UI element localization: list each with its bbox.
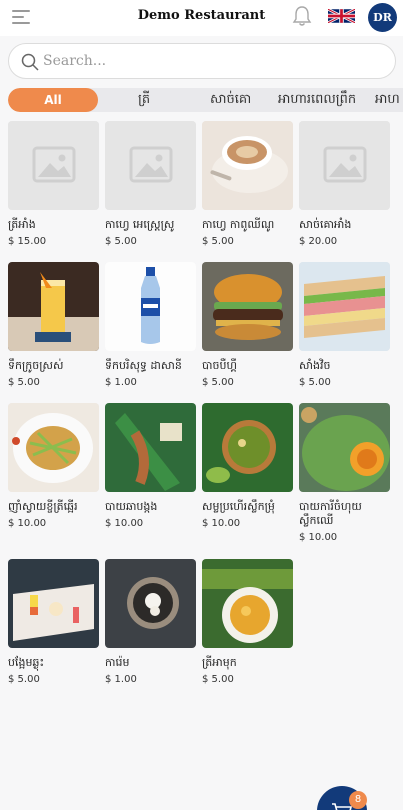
- product-name: បង្អែមឆ្ងុះ: [8, 656, 45, 669]
- product-price: $ 5.00: [202, 377, 234, 388]
- product-name: កាហ្វេ អេស្រ្តេស្រូ: [105, 218, 175, 231]
- product-name: ទឹកក្រូចស្រស់: [8, 359, 64, 372]
- product-name: ញាំស្វាយខ្ចីត្រីឆ្អើរ: [8, 500, 78, 513]
- product-price: $ 20.00: [299, 236, 338, 247]
- product-card[interactable]: សាច់គោអាំង $ 20.00: [299, 121, 390, 247]
- product-card[interactable]: កាហ្វេ កាពូឈីណូ $ 5.00: [202, 121, 293, 247]
- product-card[interactable]: ត្រីអាំង $ 15.00: [8, 121, 99, 247]
- product-image[interactable]: [299, 262, 390, 351]
- product-card[interactable]: បង្អែមឆ្ងុះ $ 5.00: [8, 559, 99, 685]
- product-image[interactable]: [105, 262, 196, 351]
- product-name: សម្លប្រហើរស្លឹកម្រុំ: [202, 500, 275, 513]
- product-name: កាហ្វេ កាពូឈីណូ: [202, 218, 275, 231]
- product-price: $ 10.00: [202, 518, 241, 529]
- product-image[interactable]: [299, 403, 390, 492]
- search-bar[interactable]: [8, 43, 396, 79]
- product-name: បាចបឺហ្គឺ: [202, 359, 237, 372]
- product-image[interactable]: [8, 559, 99, 648]
- product-image[interactable]: [202, 121, 293, 210]
- product-image[interactable]: [105, 403, 196, 492]
- product-image[interactable]: [105, 559, 196, 648]
- tab-all[interactable]: All: [8, 88, 98, 112]
- product-name: ត្រីអាមុក: [202, 656, 237, 669]
- tab-fish[interactable]: ត្រី: [138, 88, 150, 112]
- product-card[interactable]: ទឹកបរិសុទ្ធ ដាសានី $ 1.00: [105, 262, 196, 388]
- product-image[interactable]: [202, 262, 293, 351]
- product-name: បាយឆាបង្កង: [105, 500, 158, 513]
- image-placeholder-icon[interactable]: [8, 121, 99, 210]
- product-card[interactable]: បាយឆាបង្កង $ 10.00: [105, 403, 196, 529]
- product-card[interactable]: ទឹកក្រូចស្រស់ $ 5.00: [8, 262, 99, 388]
- product-name: ការ៉េម: [105, 656, 130, 669]
- product-card[interactable]: សាំងវិច $ 5.00: [299, 262, 390, 388]
- cart-count-badge: 8: [349, 791, 367, 809]
- tab-more[interactable]: អាហ: [375, 88, 400, 112]
- product-card[interactable]: ការ៉េម $ 1.00: [105, 559, 196, 685]
- product-card[interactable]: បាយការីចំហុយស្លឹកឈើ $ 10.00: [299, 403, 390, 543]
- product-price: $ 5.00: [299, 377, 331, 388]
- product-price: $ 1.00: [105, 377, 137, 388]
- uk-flag-icon[interactable]: [328, 9, 355, 23]
- search-icon: [21, 53, 39, 71]
- product-card[interactable]: បាចបឺហ្គឺ $ 5.00: [202, 262, 293, 388]
- product-image[interactable]: [8, 262, 99, 351]
- product-name: ទឹកបរិសុទ្ធ ដាសានី: [105, 359, 182, 372]
- product-price: $ 5.00: [105, 236, 137, 247]
- product-name: បាយការីចំហុយស្លឹកឈើ: [299, 500, 362, 527]
- product-price: $ 5.00: [202, 674, 234, 685]
- product-price: $ 10.00: [299, 532, 338, 543]
- tab-breakfast[interactable]: អាហារពេលព្រឹក: [278, 88, 356, 112]
- image-placeholder-icon[interactable]: [105, 121, 196, 210]
- product-price: $ 1.00: [105, 674, 137, 685]
- category-tabs: All ត្រី សាច់គោ អាហារពេលព្រឹក អាហ: [8, 88, 403, 112]
- bell-icon[interactable]: [292, 5, 312, 27]
- product-price: $ 10.00: [8, 518, 47, 529]
- product-image[interactable]: [202, 559, 293, 648]
- product-card[interactable]: កាហ្វេ អេស្រ្តេស្រូ $ 5.00: [105, 121, 196, 247]
- product-price: $ 10.00: [105, 518, 144, 529]
- product-price: $ 15.00: [8, 236, 47, 247]
- product-name: សាច់គោអាំង: [299, 218, 352, 231]
- image-placeholder-icon[interactable]: [299, 121, 390, 210]
- product-card[interactable]: ត្រីអាមុក $ 5.00: [202, 559, 293, 685]
- search-input[interactable]: [43, 50, 383, 72]
- product-price: $ 5.00: [8, 674, 40, 685]
- product-card[interactable]: ញាំស្វាយខ្ចីត្រីឆ្អើរ $ 10.00: [8, 403, 99, 529]
- product-price: $ 5.00: [8, 377, 40, 388]
- product-card[interactable]: សម្លប្រហើរស្លឹកម្រុំ $ 10.00: [202, 403, 293, 529]
- product-name: ត្រីអាំង: [8, 218, 36, 231]
- product-name: សាំងវិច: [299, 359, 331, 372]
- avatar[interactable]: DR: [368, 3, 397, 32]
- tab-beef[interactable]: សាច់គោ: [210, 88, 251, 112]
- product-image[interactable]: [202, 403, 293, 492]
- product-image[interactable]: [8, 403, 99, 492]
- product-price: $ 5.00: [202, 236, 234, 247]
- app-header: Demo Restaurant DR: [0, 0, 403, 36]
